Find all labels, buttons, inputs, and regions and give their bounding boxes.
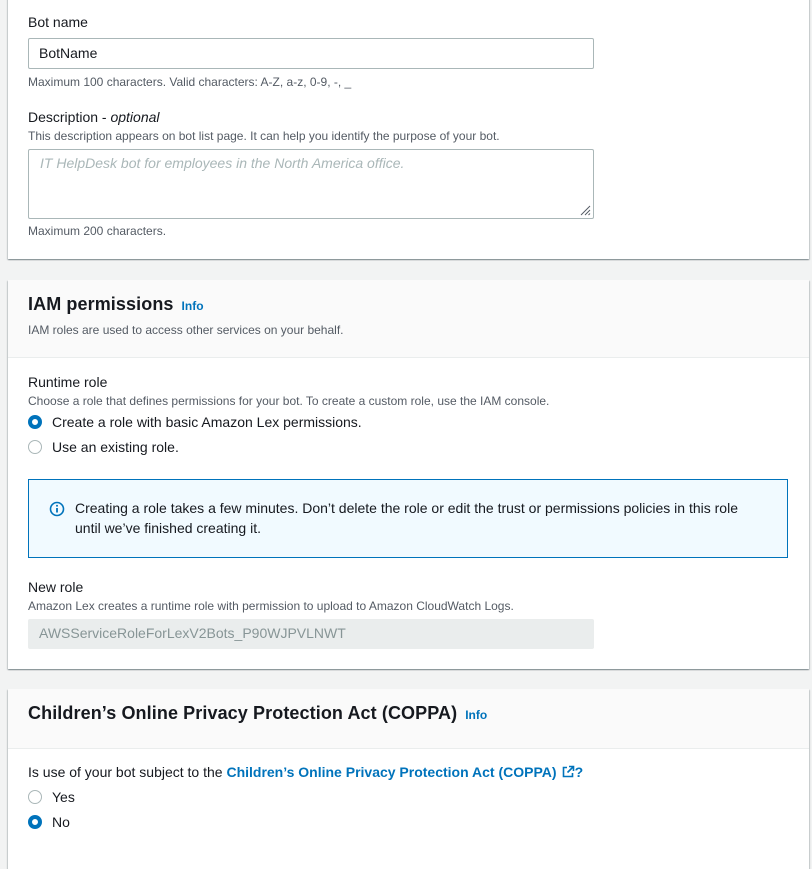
runtime-role-label: Runtime role bbox=[28, 374, 108, 390]
radio-no-label: No bbox=[52, 814, 70, 830]
description-optional: optional bbox=[110, 109, 160, 125]
radio-coppa-yes[interactable]: Yes bbox=[28, 787, 75, 807]
description-label: Description - optional bbox=[28, 109, 160, 125]
radio-create-role[interactable]: Create a role with basic Amazon Lex perm… bbox=[28, 412, 362, 432]
coppa-title: Children’s Online Privacy Protection Act… bbox=[28, 703, 458, 723]
description-label-text: Description - bbox=[28, 109, 111, 125]
coppa-panel-header: Children’s Online Privacy Protection Act… bbox=[8, 689, 809, 749]
coppa-panel: Children’s Online Privacy Protection Act… bbox=[8, 689, 809, 869]
resize-grip-icon[interactable] bbox=[579, 204, 591, 216]
radio-existing-role-label: Use an existing role. bbox=[52, 439, 179, 455]
bot-details-panel: Bot name BotName Maximum 100 characters.… bbox=[8, 0, 809, 259]
radio-button-checked[interactable] bbox=[28, 415, 42, 429]
runtime-role-help: Choose a role that defines permissions f… bbox=[28, 394, 550, 408]
iam-description: IAM roles are used to access other servi… bbox=[28, 323, 344, 337]
new-role-input: AWSServiceRoleForLexV2Bots_P90WJPVLNWT bbox=[28, 619, 594, 649]
bot-name-label: Bot name bbox=[28, 14, 88, 30]
description-help: This description appears on bot list pag… bbox=[28, 129, 500, 143]
iam-permissions-panel: IAM permissions Info IAM roles are used t… bbox=[8, 280, 809, 669]
alert-text: Creating a role takes a few minutes. Don… bbox=[75, 500, 738, 536]
coppa-link-text: Children’s Online Privacy Protection Act… bbox=[226, 764, 557, 780]
external-link-icon bbox=[562, 765, 574, 778]
radio-existing-role[interactable]: Use an existing role. bbox=[28, 437, 179, 457]
description-hint: Maximum 200 characters. bbox=[28, 224, 167, 238]
coppa-info-link[interactable]: Info bbox=[465, 708, 487, 722]
radio-coppa-no[interactable]: No bbox=[28, 812, 70, 832]
info-alert: Creating a role takes a few minutes. Don… bbox=[28, 479, 788, 558]
iam-info-link[interactable]: Info bbox=[182, 299, 204, 313]
coppa-link[interactable]: Children’s Online Privacy Protection Act… bbox=[226, 764, 583, 780]
description-textarea[interactable]: IT HelpDesk bot for employees in the Nor… bbox=[28, 149, 594, 219]
coppa-question: Is use of your bot subject to the Childr… bbox=[28, 764, 583, 780]
radio-create-role-label: Create a role with basic Amazon Lex perm… bbox=[52, 414, 362, 430]
description-placeholder: IT HelpDesk bot for employees in the Nor… bbox=[40, 155, 405, 171]
coppa-question-prefix: Is use of your bot subject to the bbox=[28, 764, 227, 780]
iam-panel-header: IAM permissions Info IAM roles are used t… bbox=[8, 280, 809, 358]
bot-name-input[interactable]: BotName bbox=[28, 38, 594, 69]
radio-button[interactable] bbox=[28, 440, 42, 454]
coppa-question-suffix: ? bbox=[574, 764, 584, 780]
bot-name-hint: Maximum 100 characters. Valid characters… bbox=[28, 75, 352, 89]
new-role-help: Amazon Lex creates a runtime role with p… bbox=[28, 599, 514, 613]
iam-title: IAM permissions bbox=[28, 294, 174, 314]
radio-button[interactable] bbox=[28, 790, 42, 804]
radio-button-checked[interactable] bbox=[28, 815, 42, 829]
info-circle-icon bbox=[49, 501, 65, 517]
new-role-label: New role bbox=[28, 579, 84, 595]
radio-yes-label: Yes bbox=[52, 789, 75, 805]
